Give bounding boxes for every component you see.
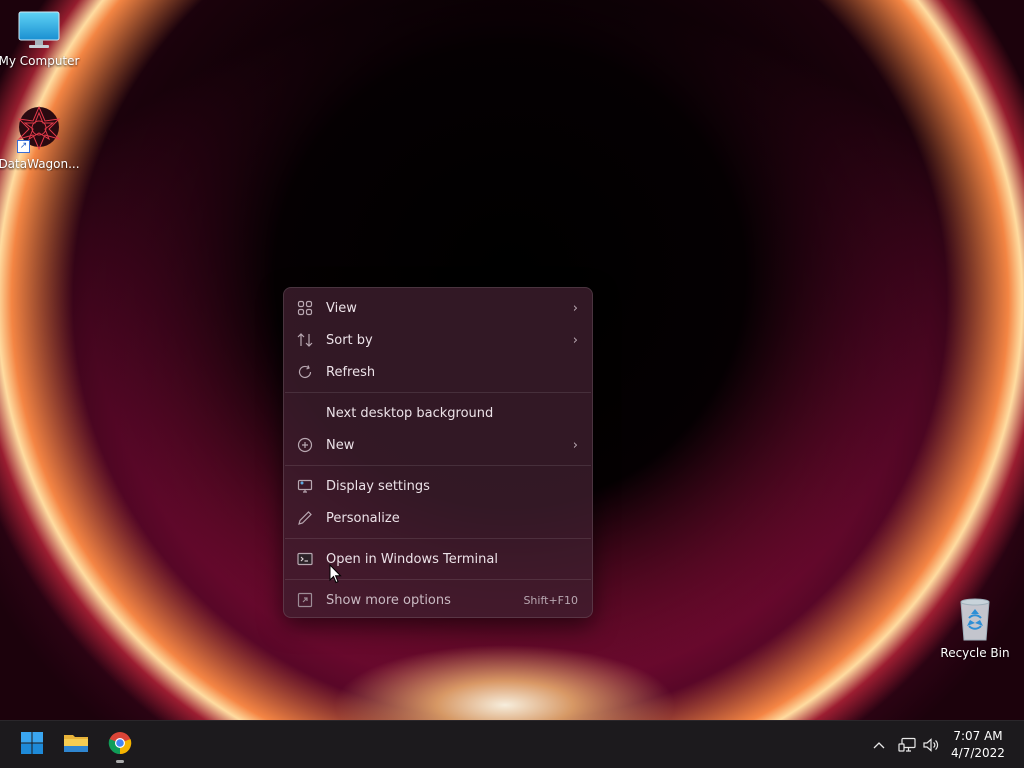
system-clock[interactable]: 7:07 AM 4/7/2022 bbox=[940, 728, 1016, 762]
menu-item-label: View bbox=[326, 300, 357, 316]
chevron-right-icon: › bbox=[572, 437, 578, 453]
chevron-right-icon: › bbox=[572, 300, 578, 316]
show-more-icon bbox=[296, 591, 314, 609]
clock-date: 4/7/2022 bbox=[951, 746, 1005, 760]
sort-icon bbox=[296, 331, 314, 349]
my-computer-desktop-icon[interactable]: My Computer bbox=[0, 10, 81, 68]
menu-item-next-desktop-background[interactable]: Next desktop background bbox=[284, 397, 592, 429]
chevron-right-icon: › bbox=[572, 332, 578, 348]
menu-separator bbox=[285, 465, 591, 466]
start-icon bbox=[20, 731, 44, 759]
file-explorer-button[interactable] bbox=[56, 725, 96, 765]
menu-item-label: Show more options bbox=[326, 592, 451, 608]
datawagon-desktop-icon[interactable]: ↗ DataWagon... bbox=[0, 105, 81, 171]
display-icon bbox=[296, 477, 314, 495]
taskbar: 7:07 AM 4/7/2022 bbox=[0, 720, 1024, 768]
running-indicator bbox=[116, 760, 124, 763]
menu-separator bbox=[285, 538, 591, 539]
recycle-bin-desktop-icon[interactable]: Recycle Bin bbox=[933, 596, 1017, 660]
refresh-icon bbox=[296, 363, 314, 381]
menu-item-personalize[interactable]: Personalize bbox=[284, 502, 592, 534]
desktop-icon-label: DataWagon... bbox=[0, 157, 80, 171]
keyboard-shortcut: Shift+F10 bbox=[523, 593, 578, 607]
recycle-bin-icon bbox=[955, 596, 995, 642]
menu-item-label: Display settings bbox=[326, 478, 430, 494]
menu-item-view[interactable]: View › bbox=[284, 292, 592, 324]
menu-item-sort-by[interactable]: Sort by › bbox=[284, 324, 592, 356]
menu-item-label: Personalize bbox=[326, 510, 400, 526]
mouse-cursor-icon bbox=[329, 563, 342, 588]
menu-item-new[interactable]: New › bbox=[284, 429, 592, 461]
chrome-button[interactable] bbox=[100, 725, 140, 765]
menu-item-label: Sort by bbox=[326, 332, 373, 348]
file-explorer-icon bbox=[63, 732, 89, 758]
pen-icon bbox=[296, 509, 314, 527]
menu-item-refresh[interactable]: Refresh bbox=[284, 356, 592, 388]
menu-item-show-more-options[interactable]: Show more options Shift+F10 bbox=[284, 584, 592, 616]
start-button[interactable] bbox=[12, 725, 52, 765]
desktop[interactable]: My Computer ↗ DataWagon... Recycle Bin V… bbox=[0, 0, 1024, 720]
menu-item-label: Refresh bbox=[326, 364, 376, 380]
menu-item-label: Open in Windows Terminal bbox=[326, 551, 498, 567]
new-icon bbox=[296, 436, 314, 454]
menu-item-label: Next desktop background bbox=[326, 405, 494, 421]
chrome-icon bbox=[108, 731, 132, 759]
network-icon[interactable] bbox=[896, 733, 918, 757]
desktop-icon-label: Recycle Bin bbox=[940, 646, 1010, 660]
clock-time: 7:07 AM bbox=[953, 729, 1003, 743]
chevron-up-icon[interactable] bbox=[868, 733, 890, 757]
monitor-icon bbox=[17, 10, 61, 50]
view-icon bbox=[296, 299, 314, 317]
menu-item-label: New bbox=[326, 437, 355, 453]
shortcut-arrow-icon: ↗ bbox=[17, 140, 30, 153]
volume-icon[interactable] bbox=[920, 733, 942, 757]
datawagon-app-icon: ↗ bbox=[15, 105, 63, 153]
menu-separator bbox=[285, 392, 591, 393]
terminal-icon bbox=[296, 550, 314, 568]
desktop-icon-label: My Computer bbox=[0, 54, 80, 68]
menu-item-display-settings[interactable]: Display settings bbox=[284, 470, 592, 502]
